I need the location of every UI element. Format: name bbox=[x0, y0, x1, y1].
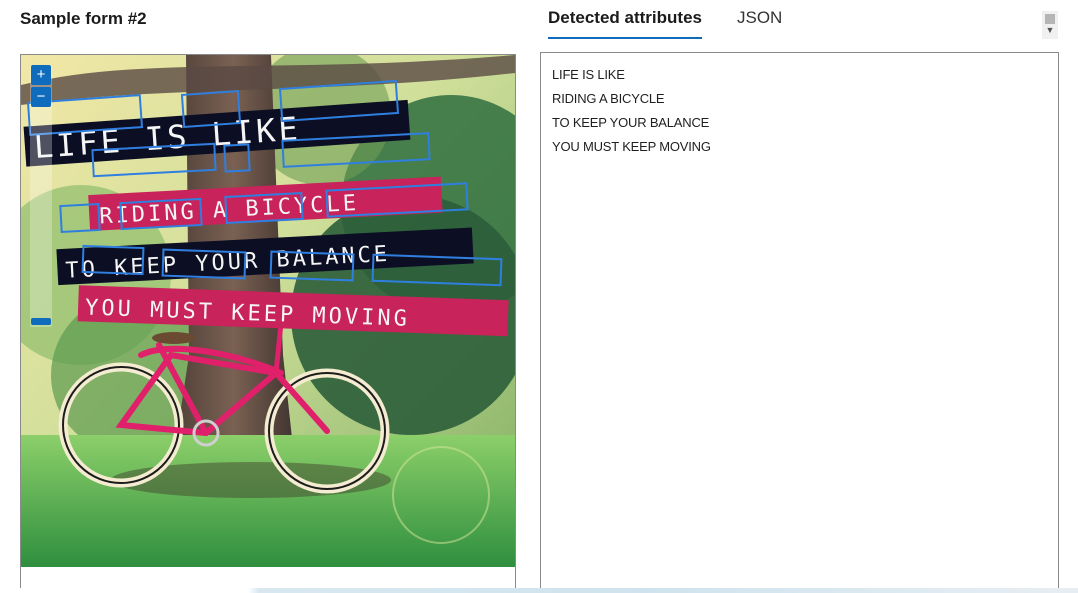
tab-json[interactable]: JSON bbox=[737, 8, 782, 37]
detected-line: YOU MUST KEEP MOVING bbox=[552, 139, 711, 154]
panel-scroll-control[interactable]: ▼ bbox=[1042, 11, 1058, 39]
tab-detected-attributes[interactable]: Detected attributes bbox=[548, 8, 702, 39]
detected-line: TO KEEP YOUR BALANCE bbox=[552, 115, 710, 130]
zoom-slider-handle[interactable] bbox=[31, 318, 51, 325]
page: Sample form #2 LIFE IS LIKE RIDING A BIC… bbox=[0, 0, 1078, 593]
detected-text-list: LIFE IS LIKE RIDING A BICYCLE TO KEEP YO… bbox=[552, 63, 711, 159]
chevron-down-icon[interactable]: ▼ bbox=[1042, 25, 1058, 35]
detected-attributes-panel: LIFE IS LIKE RIDING A BICYCLE TO KEEP YO… bbox=[540, 52, 1059, 593]
bottom-edge-strip bbox=[0, 588, 1078, 593]
detected-line: RIDING A BICYCLE bbox=[552, 91, 665, 106]
detected-line: LIFE IS LIKE bbox=[552, 67, 625, 82]
scroll-thumb[interactable] bbox=[1045, 14, 1055, 24]
zoom-in-button[interactable]: + bbox=[31, 65, 51, 85]
image-viewer[interactable]: LIFE IS LIKE RIDING A BICYCLE TO KEEP YO… bbox=[20, 54, 516, 593]
zoom-out-button[interactable]: − bbox=[31, 87, 51, 107]
form-title: Sample form #2 bbox=[20, 9, 147, 28]
form-image: LIFE IS LIKE RIDING A BICYCLE TO KEEP YO… bbox=[21, 55, 515, 567]
